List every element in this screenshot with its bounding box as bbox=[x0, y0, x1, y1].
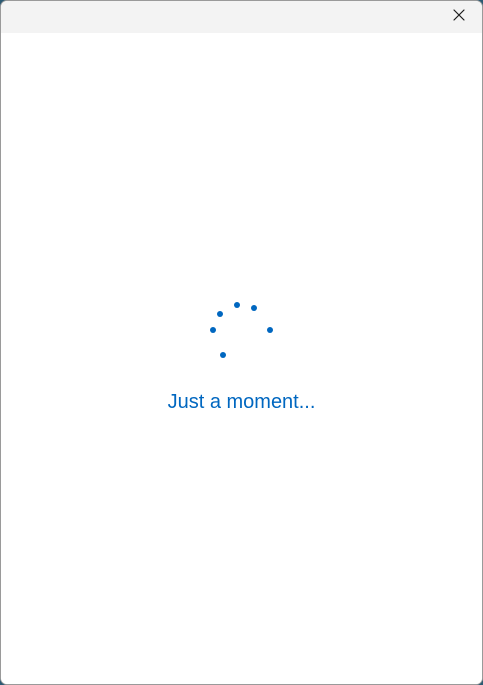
loading-dot bbox=[217, 311, 223, 317]
loading-dot bbox=[251, 305, 257, 311]
close-button[interactable] bbox=[436, 1, 482, 33]
loading-dot bbox=[220, 352, 226, 358]
loading-message: Just a moment... bbox=[167, 391, 316, 413]
dialog-window: Just a moment... bbox=[0, 0, 483, 685]
loading-dot bbox=[267, 327, 273, 333]
close-icon bbox=[453, 8, 465, 26]
dialog-content: Just a moment... bbox=[1, 33, 482, 684]
loading-dot bbox=[210, 327, 216, 333]
title-bar bbox=[1, 1, 482, 33]
loading-dot bbox=[234, 302, 240, 308]
loading-spinner bbox=[1, 33, 482, 684]
